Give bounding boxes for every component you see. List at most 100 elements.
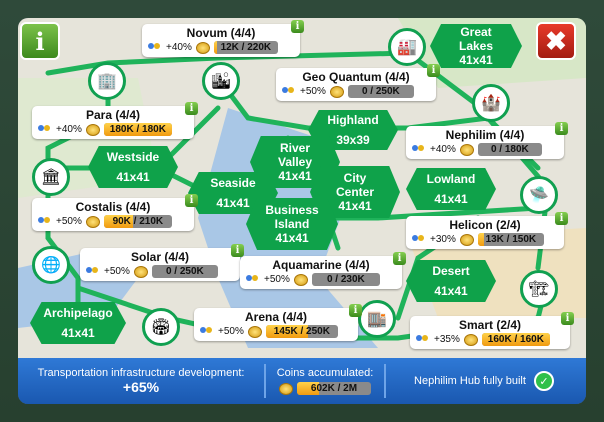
district-card-novum[interactable]: Novum (4/4) +40% 12K / 220K i bbox=[142, 20, 304, 57]
district-card-arena[interactable]: Arena (4/4) +50% 145K / 250K i bbox=[194, 304, 362, 341]
info-icon[interactable]: i bbox=[561, 312, 574, 325]
info-icon[interactable]: i bbox=[393, 252, 406, 265]
transport-development-label: Transportation infrastructure developmen… bbox=[37, 367, 245, 379]
zone-name: Lakes bbox=[458, 39, 494, 53]
coin-icon bbox=[85, 123, 100, 136]
zone-name: River bbox=[279, 141, 311, 155]
info-icon[interactable]: i bbox=[555, 122, 568, 135]
bonus-percent: +50% bbox=[300, 86, 326, 97]
zone-lowland[interactable]: Lowland 41x41 bbox=[406, 168, 496, 210]
district-card-costalis[interactable]: Costalis (4/4) +50% 90K / 210K i bbox=[32, 194, 198, 231]
coin-progress-text: 13K / 150K bbox=[485, 234, 537, 245]
zone-name: Island bbox=[274, 217, 310, 231]
zone-name: Desert bbox=[432, 264, 470, 278]
zone-archipelago[interactable]: Archipelago 41x41 bbox=[30, 302, 126, 344]
population-icon bbox=[38, 216, 52, 227]
coin-icon bbox=[279, 382, 293, 395]
coin-icon bbox=[85, 215, 100, 228]
arena-building-icon[interactable]: 🏟 bbox=[142, 308, 180, 346]
district-name: Geo Quantum (4/4) bbox=[302, 70, 410, 84]
district-name: Costalis (4/4) bbox=[75, 200, 151, 214]
population-icon bbox=[282, 86, 296, 97]
district-card-solar[interactable]: Solar (4/4) +50% 0 / 250K i bbox=[80, 244, 244, 281]
coin-progress-text: 0 / 180K bbox=[490, 144, 529, 155]
coin-progress-bar: 0 / 250K bbox=[347, 85, 414, 98]
district-name: Para (4/4) bbox=[85, 108, 141, 122]
para-building-icon[interactable]: 🏢 bbox=[88, 62, 126, 100]
district-card-geo-quantum[interactable]: Geo Quantum (4/4) +50% 0 / 250K i bbox=[276, 64, 440, 101]
zone-name: Highland bbox=[327, 113, 379, 127]
info-icon[interactable]: i bbox=[555, 212, 568, 225]
transport-development-value: +65% bbox=[122, 379, 160, 395]
hub-status-text: Nephilim Hub fully built bbox=[414, 375, 526, 387]
zone-great-lakes[interactable]: Great Lakes 41x41 bbox=[430, 24, 522, 68]
population-icon bbox=[148, 42, 162, 53]
solar-building-icon[interactable]: 🌐 bbox=[32, 246, 70, 284]
district-name: Aquamarine (4/4) bbox=[272, 258, 370, 272]
coin-progress-fill bbox=[477, 233, 484, 246]
info-icon[interactable]: i bbox=[349, 304, 362, 317]
coin-progress-bar: 160K / 160K bbox=[481, 333, 550, 346]
population-icon bbox=[38, 124, 52, 135]
district-card-smart[interactable]: Smart (2/4) +35% 160K / 160K i bbox=[410, 312, 574, 349]
info-icon[interactable]: i bbox=[185, 194, 198, 207]
zone-name: Center bbox=[335, 185, 374, 199]
coin-icon bbox=[459, 143, 474, 156]
zone-name: Business bbox=[265, 203, 319, 217]
info-icon[interactable]: i bbox=[185, 102, 198, 115]
coin-progress-bar: 0 / 250K bbox=[151, 265, 218, 278]
bonus-percent: +30% bbox=[430, 234, 456, 245]
zone-westside[interactable]: Westside 41x41 bbox=[88, 146, 178, 188]
district-card-para[interactable]: Para (4/4) +40% 180K / 180K i bbox=[32, 102, 198, 139]
population-icon bbox=[86, 266, 100, 277]
city-map-panel: 🏢 🏙 🏭 🏰 🏛 🛸 🌐 🏟 🏬 🏗 Great Lakes 41x41 Hi… bbox=[18, 18, 586, 404]
bonus-percent: +50% bbox=[104, 266, 130, 277]
novum-building-icon[interactable]: 🏙 bbox=[202, 62, 240, 100]
info-icon[interactable]: i bbox=[427, 64, 440, 77]
smart-building-icon[interactable]: 🏗 bbox=[520, 270, 558, 308]
helicon-building-icon[interactable]: 🛸 bbox=[520, 176, 558, 214]
bonus-percent: +50% bbox=[264, 274, 290, 285]
coins-accumulated-value: 602K / 2M bbox=[310, 383, 358, 394]
zone-name: Westside bbox=[106, 150, 160, 164]
district-name: Arena (4/4) bbox=[244, 310, 308, 324]
zone-size: 41x41 bbox=[434, 192, 468, 206]
bonus-percent: +40% bbox=[56, 124, 82, 135]
coin-icon bbox=[133, 265, 148, 278]
zone-business-island[interactable]: Business Island 41x41 bbox=[246, 198, 338, 250]
zone-desert[interactable]: Desert 41x41 bbox=[406, 260, 496, 302]
status-footer: Transportation infrastructure developmen… bbox=[18, 358, 586, 404]
info-icon[interactable]: i bbox=[291, 20, 304, 33]
district-card-nephilim[interactable]: Nephilim (4/4) +40% 0 / 180K i bbox=[406, 122, 568, 159]
district-name: Nephilim (4/4) bbox=[445, 128, 525, 142]
coin-progress-fill bbox=[213, 41, 218, 54]
coin-progress-text: 0 / 250K bbox=[165, 266, 204, 277]
district-card-helicon[interactable]: Helicon (2/4) +30% 13K / 150K i bbox=[406, 212, 568, 249]
zone-name: Great bbox=[460, 25, 492, 39]
coin-progress-text: 180K / 180K bbox=[109, 124, 166, 135]
info-button[interactable]: i bbox=[20, 22, 60, 60]
close-button[interactable]: ✖ bbox=[536, 22, 576, 60]
great-lakes-building-icon[interactable]: 🏭 bbox=[388, 28, 426, 66]
coin-progress-text: 12K / 220K bbox=[220, 42, 272, 53]
coin-icon bbox=[247, 325, 262, 338]
zone-name: Archipelago bbox=[43, 306, 113, 320]
district-name: Solar (4/4) bbox=[130, 250, 190, 264]
bonus-percent: +40% bbox=[430, 144, 456, 155]
aquamarine-building-icon[interactable]: 🏬 bbox=[358, 300, 396, 338]
info-icon[interactable]: i bbox=[231, 244, 244, 257]
district-card-aquamarine[interactable]: Aquamarine (4/4) +50% 0 / 230K i bbox=[240, 252, 406, 289]
zone-size: 41x41 bbox=[61, 326, 95, 340]
coin-progress-text: 90K / 210K bbox=[112, 216, 164, 227]
coin-icon bbox=[293, 273, 308, 286]
coin-icon bbox=[459, 233, 474, 246]
population-icon bbox=[416, 334, 430, 345]
population-icon bbox=[200, 326, 214, 337]
westside-building-icon[interactable]: 🏛 bbox=[32, 158, 70, 196]
zone-size: 41x41 bbox=[275, 231, 309, 245]
nephilim-hub-icon[interactable]: 🏰 bbox=[472, 84, 510, 122]
bonus-percent: +35% bbox=[434, 334, 460, 345]
hub-status-panel: Nephilim Hub fully built ✓ bbox=[386, 358, 582, 404]
coin-progress-bar: 13K / 150K bbox=[477, 233, 544, 246]
population-icon bbox=[412, 144, 426, 155]
